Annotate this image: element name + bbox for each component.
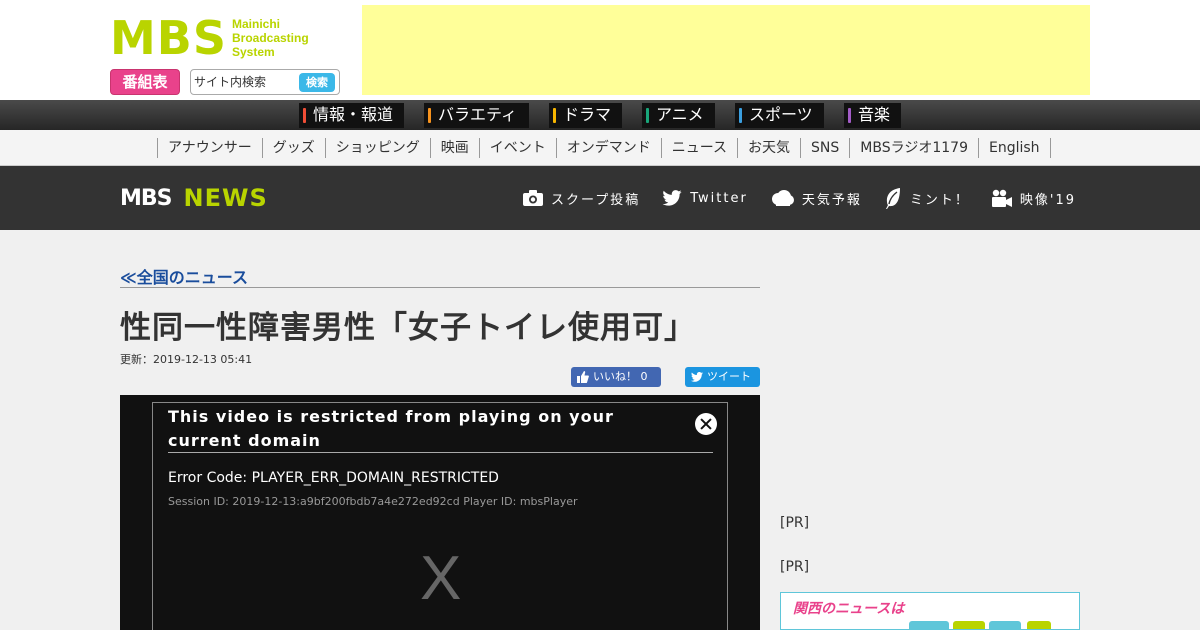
breadcrumb[interactable]: ≪全国のニュース [120, 264, 248, 288]
sub-nav-item-radio[interactable]: MBSラジオ1179 [849, 138, 978, 158]
error-x-mark: X [420, 544, 462, 613]
kansai-banner-text: 関西のニュースは [793, 601, 905, 617]
mbs-news-logo[interactable]: MBS NEWS [120, 184, 268, 212]
mint-link[interactable]: ミント！ [884, 187, 970, 209]
breadcrumb-divider [120, 287, 760, 288]
cloud-icon [771, 190, 794, 206]
genre-label: バラエティ [438, 105, 518, 124]
sidebar-pr-label: [PR] [780, 515, 810, 531]
main-content: ≪全国のニュース 性同一性障害男性「女子トイレ使用可」 更新：2019-12-1… [0, 230, 1200, 630]
mbs-logo[interactable]: M B S Mainichi Broadcasting System [110, 14, 340, 62]
news-logo-mbs: MBS [120, 185, 173, 211]
leaf-icon [885, 188, 900, 209]
genre-item-variety[interactable]: バラエティ [424, 103, 529, 128]
facebook-like-button[interactable]: いいね！ 0 [571, 367, 661, 387]
site-header: M B S Mainichi Broadcasting System 番組表 検… [0, 0, 1200, 100]
search-button[interactable]: 検索 [299, 73, 335, 92]
news-header: MBS NEWS スクープ投稿 Twitter 天気予報 ミント！ 映像'19 [0, 166, 1200, 230]
sub-nav-item-announcer[interactable]: アナウンサー [157, 138, 262, 158]
error-code: Error Code: PLAYER_ERR_DOMAIN_RESTRICTED [168, 470, 499, 486]
like-label: いいね！ 0 [593, 370, 648, 383]
genre-item-drama[interactable]: ドラマ [549, 103, 622, 128]
genre-color-bar [553, 108, 556, 123]
genre-color-bar [646, 108, 649, 123]
genre-color-bar [428, 108, 431, 123]
genre-label: アニメ [656, 105, 704, 124]
genre-item-music[interactable]: 音楽 [844, 103, 901, 128]
sub-nav-item-on-demand[interactable]: オンデマンド [555, 138, 661, 158]
logo-mark: M B S [110, 11, 226, 65]
genre-color-bar [739, 108, 742, 123]
player-error-dialog: This video is restricted from playing on… [152, 402, 728, 630]
genre-label: 音楽 [858, 105, 891, 124]
news-link-label: スクープ投稿 [551, 192, 641, 208]
logo-text-line: System [231, 45, 275, 59]
tweet-label: ツイート [707, 370, 751, 383]
sidebar-pr-label: [PR] [780, 559, 810, 575]
banner-graphic [1027, 621, 1051, 629]
logo-text: Mainichi Broadcasting System [232, 17, 309, 59]
twitter-link[interactable]: Twitter [662, 190, 748, 206]
sub-nav-item-shopping[interactable]: ショッピング [324, 138, 430, 158]
genre-item-anime[interactable]: アニメ [642, 103, 715, 128]
site-search: 検索 [190, 69, 340, 95]
logo-letter: B [156, 11, 192, 65]
genre-color-bar [848, 108, 851, 123]
banner-graphic [989, 621, 1021, 629]
error-divider [168, 452, 713, 453]
article-title: 性同一性障害男性「女子トイレ使用可」 [120, 310, 696, 346]
program-guide-button[interactable]: 番組表 [110, 69, 180, 95]
news-link-label: Twitter [690, 190, 748, 206]
top-ad-banner[interactable] [362, 5, 1090, 95]
logo-text-line: Mainichi [231, 17, 280, 31]
thumbs-up-icon [577, 371, 589, 383]
eizou-19-link[interactable]: 映像'19 [991, 189, 1076, 208]
sub-nav-item-movie[interactable]: 映画 [429, 138, 479, 158]
sub-nav-item-event[interactable]: イベント [478, 138, 556, 158]
logo-text-line: Broadcasting [231, 31, 309, 45]
genre-item-news[interactable]: 情報・報道 [299, 103, 404, 128]
news-link-label: 天気予報 [801, 192, 862, 208]
news-link-label: 映像'19 [1019, 192, 1076, 208]
sub-nav-item-sns[interactable]: SNS [800, 138, 849, 158]
error-title: This video is restricted from playing on… [168, 407, 614, 450]
tweet-button[interactable]: ツイート [685, 367, 760, 387]
news-link-label: ミント！ [909, 192, 970, 208]
video-camera-icon [991, 189, 1012, 207]
sub-nav-item-english[interactable]: English [977, 138, 1051, 158]
camera-icon [523, 190, 544, 206]
sub-nav-item-weather[interactable]: お天気 [737, 138, 800, 158]
search-input[interactable] [194, 72, 299, 92]
error-session-info: Session ID: 2019-12-13:a9bf200fbdb7a4e27… [168, 495, 578, 508]
banner-graphic [909, 621, 949, 629]
news-header-links: スクープ投稿 Twitter 天気予報 ミント！ 映像'19 [523, 187, 1076, 209]
updated-timestamp: 更新：2019-12-13 05:41 [120, 353, 253, 366]
genre-color-bar [303, 108, 306, 123]
logo-letter: S [192, 11, 226, 65]
genre-item-sports[interactable]: スポーツ [735, 103, 824, 128]
genre-label: スポーツ [749, 105, 813, 124]
sub-nav-list: アナウンサー グッズ ショッピング 映画 イベント オンデマンド ニュース お天… [157, 138, 1051, 158]
genre-label: 情報・報道 [313, 105, 394, 124]
news-logo-news: NEWS [183, 184, 268, 212]
twitter-icon [691, 372, 703, 382]
banner-graphic [953, 621, 985, 629]
scoop-post-link[interactable]: スクープ投稿 [523, 189, 640, 208]
weather-forecast-link[interactable]: 天気予報 [770, 189, 862, 208]
twitter-icon [662, 190, 682, 206]
sub-nav-item-news[interactable]: ニュース [660, 138, 737, 158]
video-player[interactable]: This video is restricted from playing on… [120, 395, 760, 630]
kansai-news-banner[interactable]: 関西のニュースは [780, 592, 1080, 630]
sub-nav-item-goods[interactable]: グッズ [261, 138, 325, 158]
genre-label: ドラマ [563, 105, 612, 124]
logo-letter: M [110, 11, 156, 65]
sub-nav: アナウンサー グッズ ショッピング 映画 イベント オンデマンド ニュース お天… [0, 130, 1200, 166]
genre-nav: 情報・報道 バラエティ ドラマ アニメ スポーツ 音楽 [0, 100, 1200, 130]
close-icon[interactable] [695, 413, 717, 435]
